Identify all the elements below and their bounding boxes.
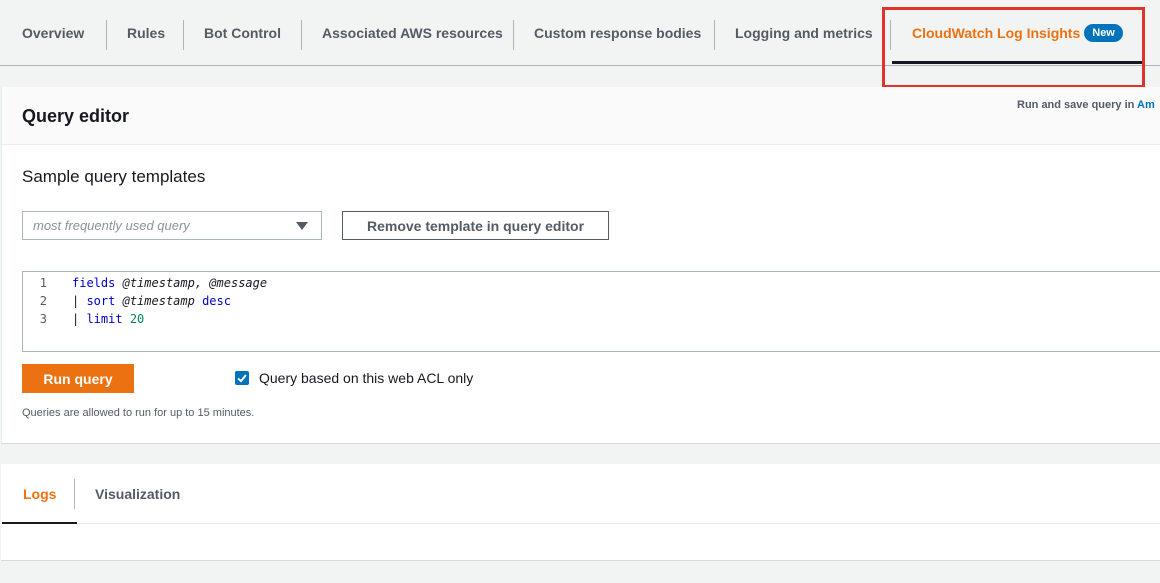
line-number: 1	[39, 276, 47, 290]
panel-header: Query editor Run and save query in Am	[2, 87, 1160, 145]
tab-divider	[301, 20, 302, 50]
checkmark-icon	[237, 374, 247, 383]
tab-label: Rules	[127, 25, 166, 41]
tab-divider	[106, 20, 107, 50]
tab-label: Bot Control	[204, 25, 281, 41]
line-number: 2	[39, 294, 47, 308]
results-panel: Logs Visualization	[1, 464, 1160, 561]
tab-divider	[74, 479, 75, 509]
tab-visualization[interactable]: Visualization	[95, 464, 180, 524]
tab-divider	[183, 20, 184, 50]
line-number: 3	[39, 312, 47, 326]
tab-rules[interactable]: Rules	[127, 0, 165, 66]
template-select[interactable]: most frequently used query	[22, 211, 322, 240]
query-editor-panel: Query editor Run and save query in Am Sa…	[1, 87, 1160, 444]
run-save-prefix: Run and save query in	[1017, 99, 1135, 111]
query-code-editor[interactable]: 1 fields @timestamp, @message 2 | sort @…	[22, 271, 1160, 352]
tab-logging-and-metrics[interactable]: Logging and metrics	[735, 0, 873, 66]
select-placeholder: most frequently used query	[33, 218, 190, 233]
active-tab-indicator	[2, 522, 78, 524]
remove-template-button[interactable]: Remove template in query editor	[342, 211, 609, 240]
tab-label: Custom response bodies	[534, 25, 702, 41]
tab-label: Associated AWS resources	[322, 25, 503, 41]
tab-overview[interactable]: Overview	[22, 0, 84, 66]
tab-label: Logging and metrics	[735, 25, 873, 41]
run-query-button[interactable]: Run query	[22, 364, 134, 393]
tab-divider	[714, 20, 715, 50]
tab-label: Overview	[22, 25, 85, 41]
tab-associated-aws-resources[interactable]: Associated AWS resources	[322, 0, 503, 66]
code-line: 2 | sort @timestamp desc	[23, 292, 1160, 310]
code-text: | limit 20	[72, 312, 145, 326]
tab-label: Logs	[23, 486, 57, 502]
results-tabs: Logs Visualization	[1, 464, 1160, 524]
run-save-text: Run and save query in Am	[1017, 99, 1155, 111]
run-save-link[interactable]: Am	[1137, 99, 1155, 111]
panel-title: Query editor	[22, 106, 130, 126]
tab-custom-response-bodies[interactable]: Custom response bodies	[534, 0, 701, 66]
hint-text: Queries are allowed to run for up to 15 …	[22, 407, 255, 419]
tab-label: Visualization	[95, 486, 181, 502]
caret-down-icon	[296, 222, 308, 230]
code-text: | sort @timestamp desc	[72, 294, 231, 308]
highlight-annotation	[882, 7, 1145, 88]
tab-logs[interactable]: Logs	[2, 464, 78, 524]
tab-bot-control[interactable]: Bot Control	[204, 0, 281, 66]
code-line: 3 | limit 20	[23, 310, 1160, 328]
code-line: 1 fields @timestamp, @message	[23, 274, 1160, 292]
web-acl-checkbox[interactable]	[235, 371, 249, 385]
section-title: Sample query templates	[22, 167, 206, 186]
code-text: fields @timestamp, @message	[72, 276, 268, 290]
checkbox-label: Query based on this web ACL only	[259, 370, 474, 386]
tab-divider	[513, 20, 514, 50]
